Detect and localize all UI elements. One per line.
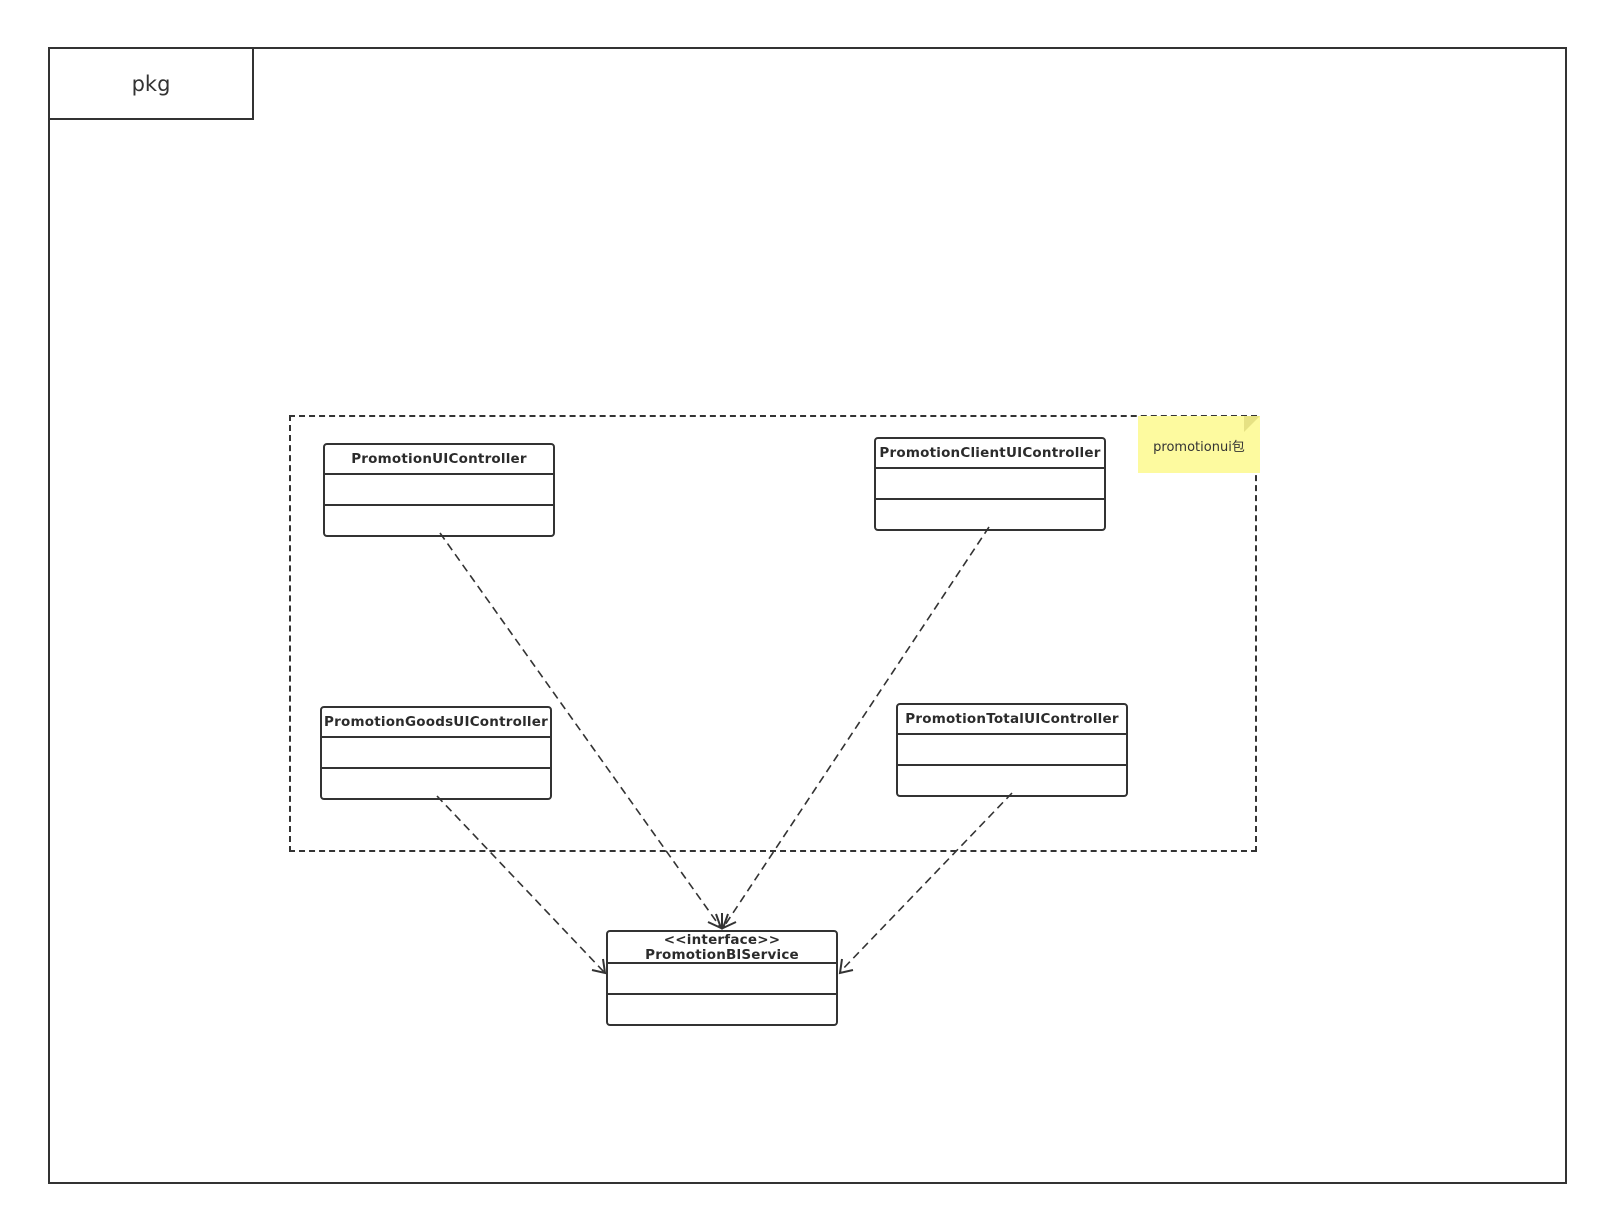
class-operations-compartment [325, 506, 553, 535]
class-operations-compartment [608, 995, 836, 1024]
class-name: PromotionTotalUIController [898, 705, 1126, 735]
class-promotion-ui-controller[interactable]: PromotionUIController [323, 443, 555, 537]
class-operations-compartment [876, 500, 1104, 529]
class-promotion-client-ui-controller[interactable]: PromotionClientUIController [874, 437, 1106, 531]
class-promotion-total-ui-controller[interactable]: PromotionTotalUIController [896, 703, 1128, 797]
package-note[interactable]: promotionui包 [1138, 416, 1260, 473]
class-attributes-compartment [876, 469, 1104, 500]
package-frame-tab: pkg [48, 47, 254, 120]
note-fold-corner [1244, 416, 1260, 432]
class-promotion-goods-ui-controller[interactable]: PromotionGoodsUIController [320, 706, 552, 800]
note-text: promotionui包 [1153, 440, 1245, 455]
class-name: PromotionGoodsUIController [322, 708, 550, 738]
class-name: PromotionBlService [645, 947, 799, 963]
interface-header: <<interface>> PromotionBlService [608, 932, 836, 964]
interface-stereotype: <<interface>> [663, 932, 781, 948]
class-operations-compartment [898, 766, 1126, 795]
class-name: PromotionUIController [325, 445, 553, 475]
class-attributes-compartment [608, 964, 836, 995]
class-operations-compartment [322, 769, 550, 798]
class-name: PromotionClientUIController [876, 439, 1104, 469]
interface-promotion-bl-service[interactable]: <<interface>> PromotionBlService [606, 930, 838, 1026]
class-attributes-compartment [898, 735, 1126, 766]
class-attributes-compartment [322, 738, 550, 769]
package-frame-label: pkg [131, 71, 171, 96]
class-attributes-compartment [325, 475, 553, 506]
